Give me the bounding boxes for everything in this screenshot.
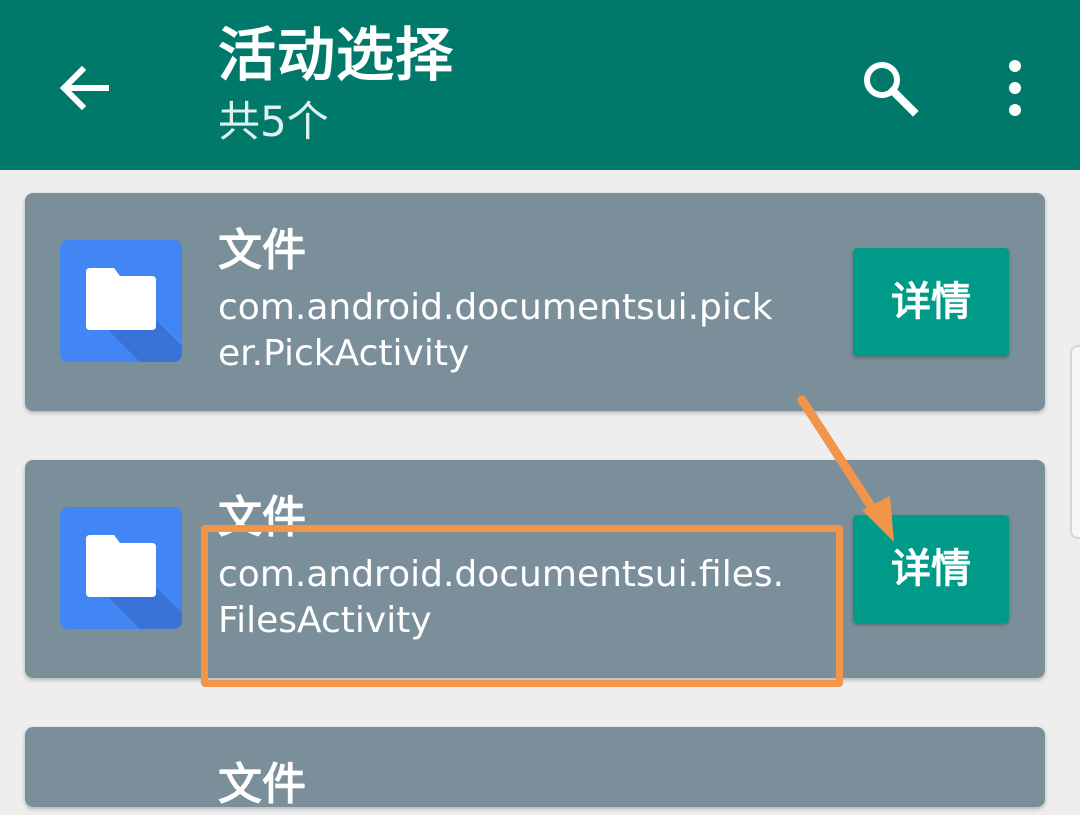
back-arrow-icon[interactable]	[54, 58, 114, 118]
details-button[interactable]: 详情	[853, 248, 1009, 356]
more-vert-icon[interactable]	[1000, 58, 1030, 118]
activity-name: 文件	[218, 225, 306, 276]
app-icon	[60, 507, 182, 629]
app-icon	[60, 240, 182, 362]
page-subtitle: 共5个	[218, 97, 329, 146]
search-icon[interactable]	[858, 56, 920, 118]
activity-card[interactable]: 文件 com.android.documentsui.pick er.PickA…	[25, 193, 1045, 411]
details-button[interactable]: 详情	[853, 515, 1009, 623]
activity-card[interactable]: 文件	[25, 727, 1045, 810]
page-title: 活动选择	[218, 21, 455, 89]
activity-name: 文件	[218, 492, 306, 543]
folder-icon	[86, 535, 182, 629]
activity-name: 文件	[218, 759, 306, 810]
app-bar: 活动选择 共5个	[0, 0, 1080, 170]
folder-icon	[86, 268, 182, 362]
activity-package: com.android.documentsui.pick er.PickActi…	[218, 287, 773, 374]
activity-card[interactable]: 文件 com.android.documentsui.files. FilesA…	[25, 460, 1045, 678]
activity-package: com.android.documentsui.files. FilesActi…	[218, 554, 785, 641]
title-block: 活动选择 共5个	[218, 18, 454, 148]
scrollbar[interactable]	[1070, 345, 1080, 539]
